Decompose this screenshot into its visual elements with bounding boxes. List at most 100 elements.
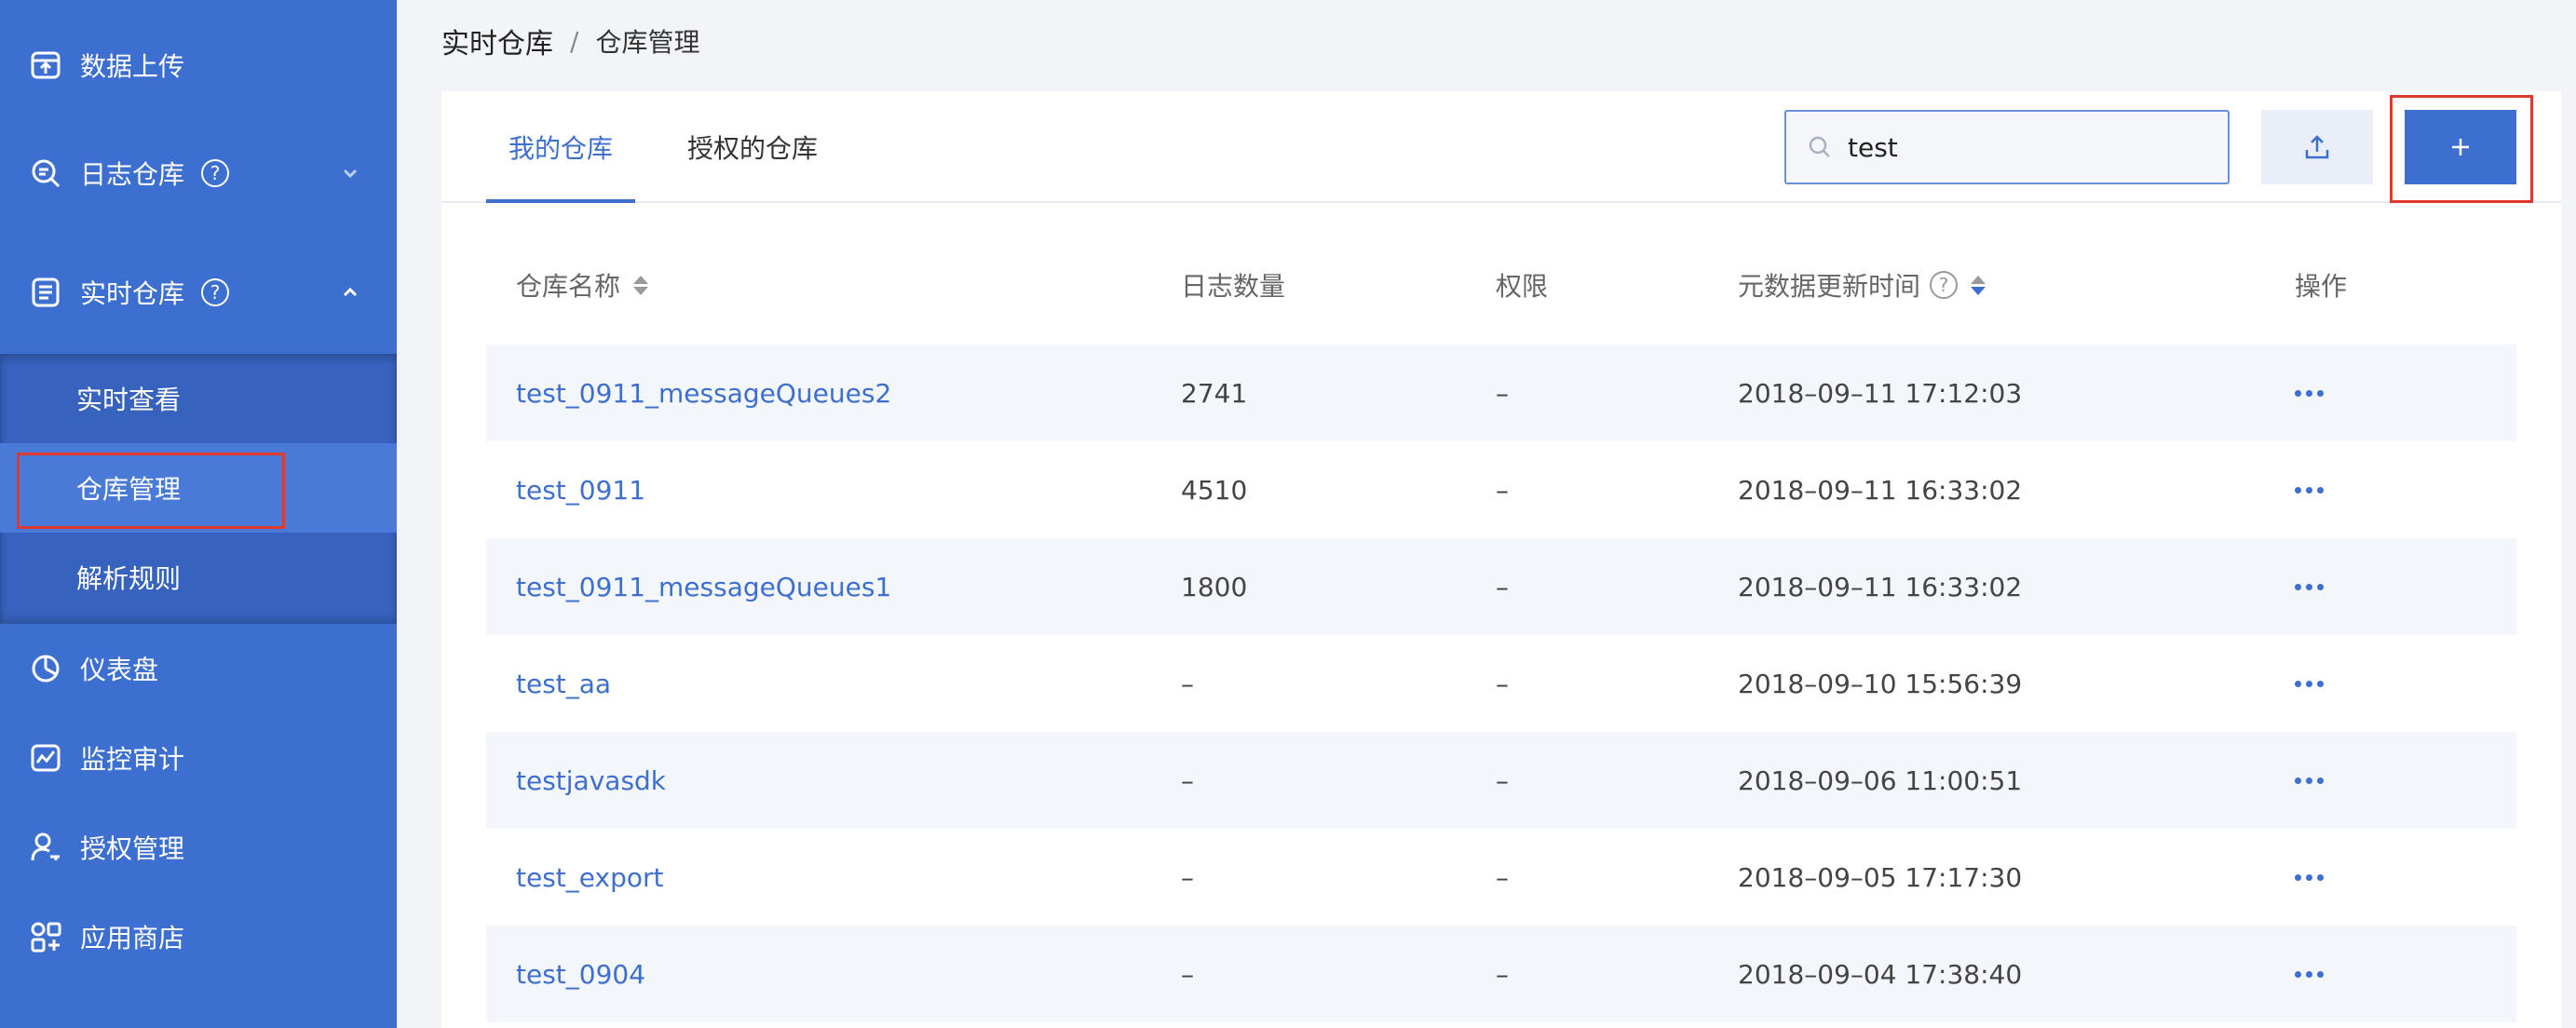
nav-item-monitor-audit[interactable]: 监控审计 [0, 713, 397, 803]
upload-doc-icon [30, 49, 61, 81]
nav-item-app-store[interactable]: 应用商店 [0, 892, 397, 981]
log-count: – [1181, 958, 1194, 990]
updated-time: 2018–09–06 11:00:51 [1738, 764, 2023, 796]
updated-time: 2018–09–05 17:17:30 [1738, 861, 2023, 893]
monitor-chart-icon [30, 742, 61, 774]
permission: – [1496, 377, 1509, 409]
help-icon[interactable]: ? [201, 278, 230, 306]
table-row: test_export – – 2018–09–05 17:17:30 [486, 829, 2516, 926]
updated-time: 2018–09–11 17:12:03 [1738, 377, 2023, 409]
log-count: – [1181, 861, 1194, 893]
column-header-actions: 操作 [2295, 248, 2347, 322]
log-count: 4510 [1181, 474, 1248, 506]
column-header-name[interactable]: 仓库名称 [516, 248, 649, 322]
sidebar: 数据上传 日志仓库 ? 实时仓库 ? 实时查看 仓库管理 解析规则 仪表盘 监控… [0, 0, 397, 1028]
header-label: 权限 [1496, 271, 1549, 302]
user-key-icon [30, 832, 61, 863]
sub-item-repo-manage[interactable]: 仓库管理 [0, 443, 397, 533]
permission: – [1496, 861, 1509, 893]
nav-label: 实时仓库 [80, 278, 185, 309]
more-actions-icon[interactable] [2295, 538, 2324, 635]
updated-time: 2018–09–11 16:33:02 [1738, 474, 2023, 506]
sub-item-label: 仓库管理 [76, 474, 182, 505]
sort-icon[interactable] [633, 275, 649, 295]
repo-name-link[interactable]: test_aa [516, 635, 611, 732]
header-label: 操作 [2295, 271, 2348, 302]
sub-item-label: 实时查看 [76, 385, 182, 415]
breadcrumb-separator: / [570, 25, 579, 57]
tab-bar: 我的仓库 授权的仓库 [441, 91, 2561, 203]
list-doc-icon [30, 277, 61, 308]
repo-name-link[interactable]: test_export [516, 829, 663, 926]
table-row: testjavasdk – – 2018–09–06 11:00:51 [486, 732, 2516, 829]
breadcrumb: 实时仓库 / 仓库管理 [441, 20, 700, 61]
search-icon [1807, 134, 1833, 160]
breadcrumb-current: 仓库管理 [595, 27, 700, 58]
nav-label: 日志仓库 [80, 159, 185, 190]
log-count: – [1181, 764, 1194, 796]
header-label: 仓库名称 [516, 271, 621, 302]
chevron-down-icon[interactable] [335, 158, 365, 188]
chevron-up-icon[interactable] [335, 277, 365, 307]
more-actions-icon[interactable] [2295, 829, 2324, 926]
repo-name-link[interactable]: testjavasdk [516, 732, 666, 829]
nav-label: 数据上传 [80, 51, 185, 82]
table-row: test_0911 4510 – 2018–09–11 16:33:02 [486, 441, 2516, 538]
repo-name-link[interactable]: test_0911 [516, 441, 645, 538]
breadcrumb-parent[interactable]: 实时仓库 [441, 20, 553, 61]
permission: – [1496, 571, 1509, 602]
table-header: 仓库名称 日志数量 权限 元数据更新时间 ? 操作 [486, 248, 2516, 322]
upload-icon [2305, 135, 2329, 159]
column-header-permission: 权限 [1496, 248, 1548, 322]
nav-item-realtime-repo[interactable]: 实时仓库 ? [0, 248, 397, 337]
upload-button[interactable] [2261, 110, 2373, 184]
more-actions-icon[interactable] [2295, 635, 2324, 732]
app-store-icon [30, 921, 61, 953]
nav-item-auth-manage[interactable]: 授权管理 [0, 803, 397, 892]
table-row: test_0911_messageQueues2 2741 – 2018–09–… [486, 345, 2516, 441]
help-icon[interactable]: ? [201, 159, 230, 187]
tab-authorized-repos[interactable]: 授权的仓库 [687, 91, 818, 203]
updated-time: 2018–09–11 16:33:02 [1738, 571, 2023, 602]
column-header-count: 日志数量 [1181, 248, 1285, 322]
search-input[interactable] [1848, 131, 2202, 163]
nav-item-dashboard[interactable]: 仪表盘 [0, 624, 397, 713]
nav-label: 仪表盘 [80, 655, 159, 685]
log-search-icon [30, 157, 61, 189]
more-actions-icon[interactable] [2295, 732, 2324, 829]
realtime-submenu: 实时查看 仓库管理 解析规则 [0, 354, 397, 624]
nav-label: 监控审计 [80, 744, 185, 775]
sub-item-label: 解析规则 [76, 563, 182, 594]
header-label: 日志数量 [1181, 271, 1286, 302]
sub-item-parse-rules[interactable]: 解析规则 [0, 533, 397, 622]
sort-icon[interactable] [1971, 275, 1986, 295]
add-repo-button[interactable] [2405, 110, 2516, 184]
repo-name-link[interactable]: test_0904 [516, 926, 645, 1022]
column-header-updated[interactable]: 元数据更新时间 ? [1738, 248, 1986, 322]
table-row: test_0911_messageQueues1 1800 – 2018–09–… [486, 538, 2516, 635]
tab-active-indicator [486, 199, 635, 203]
nav-item-log-repo[interactable]: 日志仓库 ? [0, 128, 397, 218]
nav-label: 应用商店 [80, 923, 185, 954]
log-count: 2741 [1181, 377, 1248, 409]
tab-my-repos[interactable]: 我的仓库 [508, 91, 613, 203]
nav-item-data-upload[interactable]: 数据上传 [0, 20, 397, 110]
table-row: test_0904 – – 2018–09–04 17:38:40 [486, 926, 2516, 1022]
updated-time: 2018–09–10 15:56:39 [1738, 668, 2023, 699]
more-actions-icon[interactable] [2295, 345, 2324, 441]
plus-icon [2452, 139, 2469, 156]
more-actions-icon[interactable] [2295, 926, 2324, 1022]
help-icon[interactable]: ? [1930, 271, 1959, 299]
more-actions-icon[interactable] [2295, 441, 2324, 538]
search-box[interactable] [1784, 110, 2230, 184]
permission: – [1496, 474, 1509, 506]
pie-chart-icon [30, 653, 61, 684]
sub-item-realtime-view[interactable]: 实时查看 [0, 354, 397, 443]
repo-name-link[interactable]: test_0911_messageQueues2 [516, 345, 891, 441]
log-count: 1800 [1181, 571, 1248, 602]
permission: – [1496, 764, 1509, 796]
content-card: 我的仓库 授权的仓库 仓库名称 日志数量 权限 [441, 91, 2561, 1028]
repo-name-link[interactable]: test_0911_messageQueues1 [516, 538, 891, 635]
updated-time: 2018–09–04 17:38:40 [1738, 958, 2023, 990]
tab-label: 授权的仓库 [687, 133, 819, 164]
